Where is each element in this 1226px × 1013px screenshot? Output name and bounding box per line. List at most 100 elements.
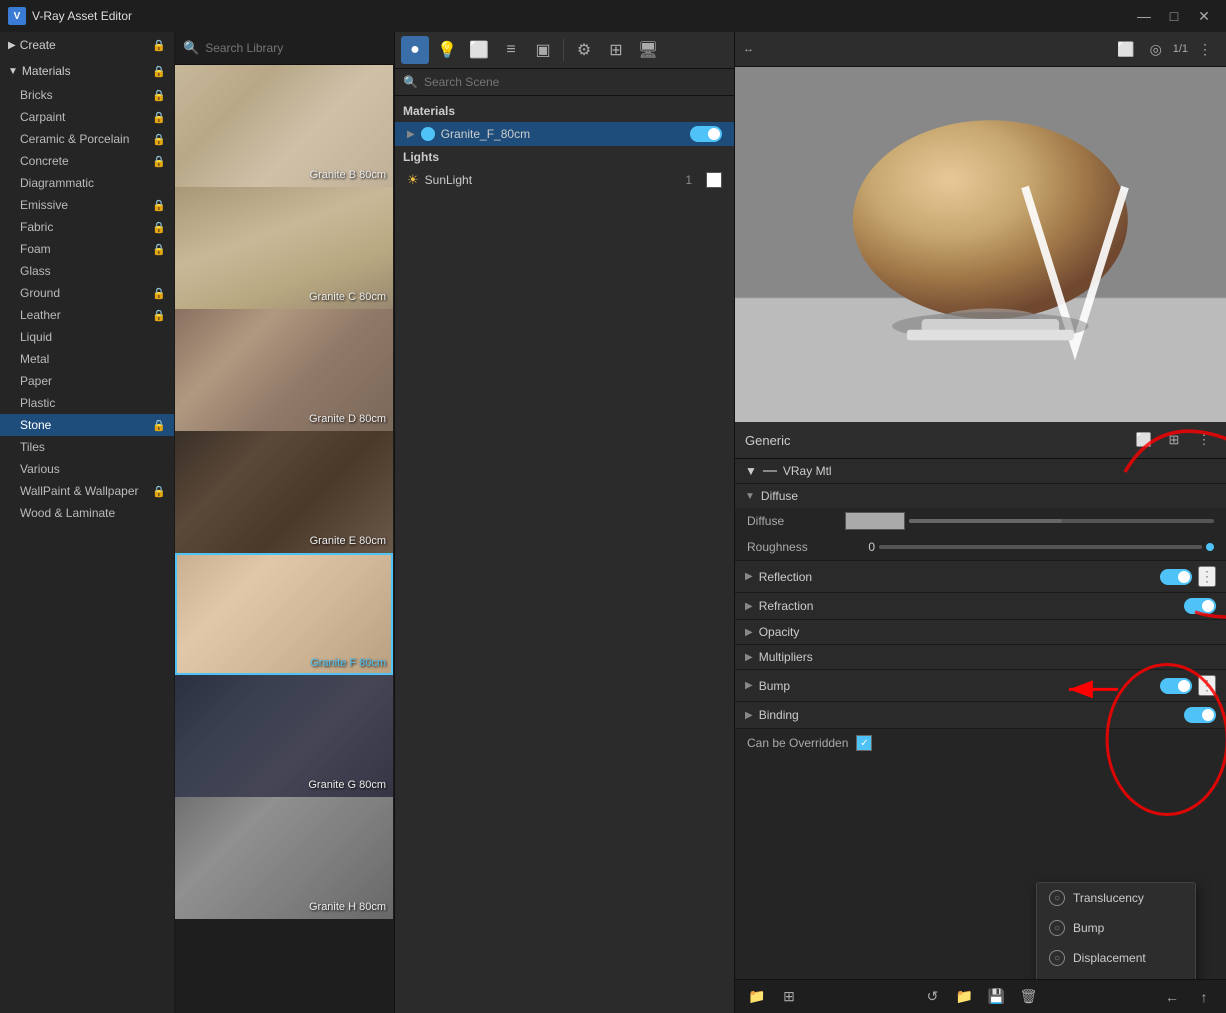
bottom-grid-btn[interactable]: ⊞ [775,983,803,1011]
context-menu-item-raytrace[interactable]: ○Raytrace Properties [1037,973,1195,979]
library-item-label-granite-g: Granite G 80cm [308,779,386,791]
vray-mtl-line [763,470,777,472]
sidebar-item-diagrammatic[interactable]: Diagrammatic [0,172,174,194]
sidebar-item-wallpaint[interactable]: WallPaint & Wallpaper 🔒 [0,480,174,502]
bump-more-btn[interactable]: ⋮ [1198,675,1216,696]
scene-material-item[interactable]: ▶ Granite_F_80cm [395,122,734,146]
context-menu-item-displacement[interactable]: ○Displacement [1037,943,1195,973]
sidebar-item-paper[interactable]: Paper [0,370,174,392]
sidebar-item-leather[interactable]: Leather🔒 [0,304,174,326]
sidebar-item-fabric[interactable]: Fabric🔒 [0,216,174,238]
library-item-label-granite-h: Granite H 80cm [309,901,386,913]
roughness-slider[interactable] [879,545,1202,549]
sidebar-item-tiles[interactable]: Tiles [0,436,174,458]
sidebar-item-wood[interactable]: Wood & Laminate [0,502,174,524]
sidebar-item-glass[interactable]: Glass [0,260,174,282]
sidebar-item-plastic[interactable]: Plastic [0,392,174,414]
sidebar-item-carpaint[interactable]: Carpaint🔒 [0,106,174,128]
library-item-granite-h[interactable]: Granite H 80cm [175,797,394,919]
can-be-overridden-checkbox[interactable]: ✓ [856,735,872,751]
preview-expand-btn[interactable]: ⬜ [1113,36,1139,62]
sidebar-item-foam[interactable]: Foam🔒 [0,238,174,260]
bottom-nav-forward-btn[interactable]: ↑ [1190,983,1218,1011]
scene-search-input[interactable] [424,75,726,89]
scene-light-btn[interactable]: 💡 [433,36,461,64]
lock-icon-wallpaint: 🔒 [152,485,166,498]
scene-cube-btn[interactable]: ⬜ [465,36,493,64]
sidebar-item-liquid[interactable]: Liquid [0,326,174,348]
lock-icon-ground: 🔒 [152,287,166,300]
scene-lights-header: Lights [395,146,734,168]
vray-mtl-row[interactable]: ▼ VRay Mtl [735,459,1226,484]
binding-toggle[interactable] [1184,707,1216,723]
diffuse-slider[interactable] [909,519,1214,523]
scene-link-btn[interactable]: ⊞ [602,36,630,64]
preview-quality-btn[interactable]: ◎ [1143,36,1169,62]
app-icon: V [8,7,26,25]
library-item-label-granite-b: Granite B 80cm [310,169,386,181]
bottom-import-btn[interactable]: 📁 [951,983,979,1011]
reflection-more-btn[interactable]: ⋮ [1198,566,1216,587]
materials-section[interactable]: ▼ Materials 🔒 [0,58,174,84]
props-grid-btn[interactable]: ⊞ [1162,428,1186,452]
refraction-section-header[interactable]: ▶ Refraction [735,593,1226,619]
close-button[interactable]: ✕ [1190,6,1218,26]
opacity-section-header[interactable]: ▶ Opacity [735,620,1226,644]
maximize-button[interactable]: □ [1160,6,1188,26]
sidebar-item-label-carpaint: Carpaint [20,110,65,124]
scene-sphere-btn[interactable]: ● [401,36,429,64]
minimize-button[interactable]: — [1130,6,1158,26]
scene-layers-btn[interactable]: ≡ [497,36,525,64]
diffuse-section-header[interactable]: ▼ Diffuse [735,484,1226,508]
sidebar-item-concrete[interactable]: Concrete🔒 [0,150,174,172]
library-search-icon: 🔍 [183,40,199,56]
reflection-arrow-icon: ▶ [745,571,753,582]
sidebar-item-ground[interactable]: Ground🔒 [0,282,174,304]
roughness-dot-btn[interactable] [1206,543,1214,551]
multipliers-section-header[interactable]: ▶ Multipliers [735,645,1226,669]
sidebar-item-label-bricks: Bricks [20,88,53,102]
library-item-label-granite-f: Granite F 80cm [310,657,386,669]
props-expand-btn[interactable]: ⬜ [1132,428,1156,452]
sunlight-color-swatch[interactable] [706,172,722,188]
context-menu-item-bump[interactable]: ○Bump [1037,913,1195,943]
scene-settings-btn[interactable]: ⚙ [570,36,598,64]
sidebar-item-metal[interactable]: Metal [0,348,174,370]
library-item-granite-c[interactable]: Granite C 80cm [175,187,394,309]
bump-toggle[interactable] [1160,678,1192,694]
library-item-granite-g[interactable]: Granite G 80cm [175,675,394,797]
bump-section-header[interactable]: ▶ Bump ⋮ [735,670,1226,701]
bottom-nav-back-btn[interactable]: ← [1158,983,1186,1011]
scene-monitor-btn[interactable]: 🖥 [634,36,662,64]
sidebar-item-ceramic[interactable]: Ceramic & Porcelain🔒 [0,128,174,150]
sidebar-item-emissive[interactable]: Emissive🔒 [0,194,174,216]
bottom-refresh-btn[interactable]: ↺ [919,983,947,1011]
library-item-granite-d[interactable]: Granite D 80cm [175,309,394,431]
sidebar-item-label-wallpaint: WallPaint & Wallpaper [20,484,139,498]
bottom-folder-btn[interactable]: 📁 [743,983,771,1011]
bump-section-label: Bump [759,679,1154,693]
refraction-toggle[interactable] [1184,598,1216,614]
sidebar-item-stone[interactable]: Stone🔒 [0,414,174,436]
context-menu-item-translucency[interactable]: ○Translucency [1037,883,1195,913]
props-more-btn[interactable]: ⋮ [1192,428,1216,452]
bottom-delete-btn[interactable]: 🗑 [1015,983,1043,1011]
reflection-toggle[interactable] [1160,569,1192,585]
scene-frame-btn[interactable]: ▣ [529,36,557,64]
scene-sunlight-item[interactable]: ☀ SunLight 1 [395,168,734,192]
bottom-save-btn[interactable]: 💾 [983,983,1011,1011]
diffuse-color-swatch[interactable] [845,512,905,530]
library-item-granite-e[interactable]: Granite E 80cm [175,431,394,553]
refraction-label: Refraction [759,599,1178,613]
material-toggle[interactable] [690,126,722,142]
create-section[interactable]: ▶ Create 🔒 [0,32,174,58]
sunlight-name: SunLight [425,173,680,187]
sidebar-item-various[interactable]: Various [0,458,174,480]
library-item-granite-b[interactable]: Granite B 80cm [175,65,394,187]
library-search-input[interactable] [205,41,386,55]
sidebar-item-bricks[interactable]: Bricks🔒 [0,84,174,106]
reflection-section-header[interactable]: ▶ Reflection ⋮ [735,561,1226,592]
preview-more-btn[interactable]: ⋮ [1192,36,1218,62]
library-item-granite-f[interactable]: Granite F 80cm [175,553,394,675]
binding-section-header[interactable]: ▶ Binding [735,702,1226,728]
